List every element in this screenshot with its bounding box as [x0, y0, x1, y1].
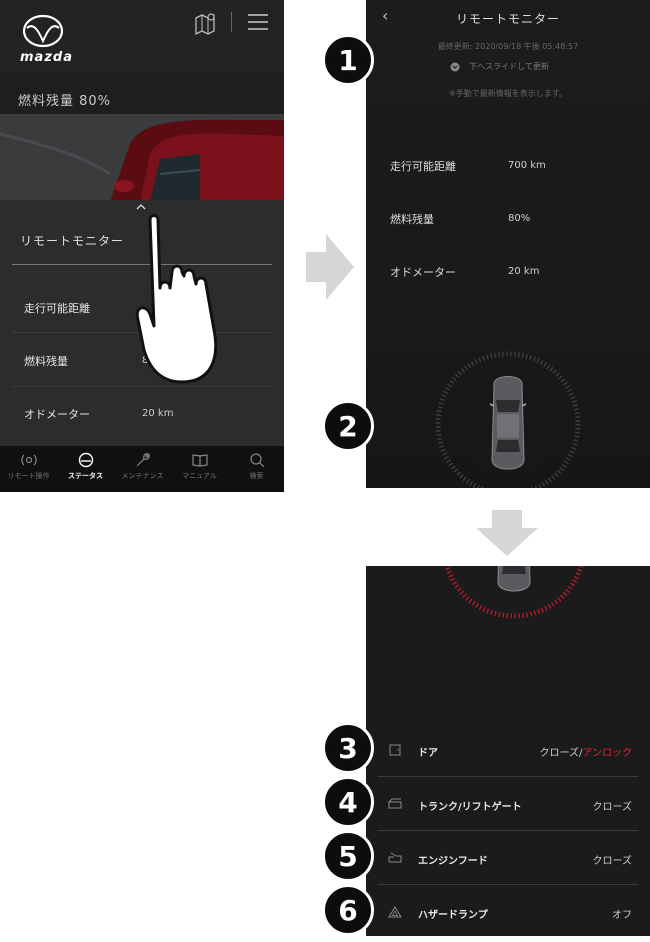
nav-search[interactable]: 検索	[228, 446, 284, 492]
trunk-label: トランク/リフトゲート	[418, 802, 522, 813]
mazda-emblem-icon[interactable]	[22, 14, 64, 48]
range-value: 700 km	[508, 160, 546, 171]
nav-label: ステータス	[68, 472, 103, 480]
step-badge-2: 2	[322, 400, 374, 452]
door-status: クローズ/アンロック	[540, 744, 632, 759]
hazard-status: オフ	[612, 910, 632, 921]
step-badge-3: 3	[322, 722, 374, 774]
odometer-label: オドメーター	[24, 408, 90, 421]
range-label: 走行可能距離	[24, 302, 90, 315]
swipe-hand-icon	[135, 214, 218, 384]
step-badge-4: 4	[322, 776, 374, 828]
car-photo	[0, 114, 284, 202]
panel-title: リモートモニター	[20, 234, 125, 248]
nav-maintenance[interactable]: メンテナンス	[114, 446, 171, 492]
remote-monitor-title: リモートモニター	[455, 12, 560, 26]
arrow-down-icon	[476, 510, 538, 556]
row-divider	[378, 830, 638, 831]
last-update-text: 最終更新: 2020/09/18 午後 05:48:57	[437, 42, 579, 51]
step-badge-6: 6	[322, 884, 374, 936]
odometer-value: 20 km	[142, 408, 174, 419]
slide-hint-text: 下へスライドして更新	[469, 62, 549, 71]
hood-label: エンジンフード	[418, 856, 488, 867]
fuel-level-header: 燃料残量 80%	[18, 94, 112, 109]
remote-icon	[20, 454, 37, 466]
header-divider	[231, 12, 232, 32]
car-top-view-alert	[444, 566, 584, 619]
vehicle-status-list: ドア クローズ/アンロック トランク/リフトゲート クローズ エンジンフード ク…	[366, 566, 650, 936]
hood-status: クローズ	[592, 856, 633, 867]
nav-label: 検索	[249, 472, 264, 480]
nav-label: マニュアル	[182, 472, 217, 480]
car-top-view	[435, 351, 581, 488]
row-divider	[378, 884, 638, 885]
fuel-value: 80%	[508, 213, 531, 224]
step-badge-1: 1	[322, 34, 374, 86]
fuel-label: 燃料残量	[390, 213, 434, 226]
step-badge-5: 5	[322, 830, 374, 882]
hamburger-menu-icon[interactable]	[246, 12, 270, 32]
fuel-label: 燃料残量	[24, 355, 68, 368]
hazard-icon	[388, 906, 402, 918]
nav-label: リモート操作	[7, 472, 50, 480]
remote-monitor-screen: ‹ リモートモニター 最終更新: 2020/09/18 午後 05:48:57 …	[366, 0, 650, 488]
wrench-icon	[136, 453, 150, 467]
odometer-value: 20 km	[508, 266, 540, 277]
trunk-icon	[388, 798, 402, 809]
hazard-label: ハザードランプ	[418, 910, 488, 921]
nav-remote[interactable]: リモート操作	[0, 446, 57, 492]
hood-icon	[388, 852, 402, 863]
row-divider	[12, 386, 272, 387]
map-icon[interactable]	[192, 10, 218, 36]
status-icon	[78, 452, 93, 468]
slide-down-hint: 下へスライドして更新	[450, 56, 549, 75]
down-circle-icon	[450, 62, 460, 71]
range-label: 走行可能距離	[390, 160, 456, 173]
odometer-label: オドメーター	[390, 266, 456, 279]
arrow-right-icon	[306, 234, 354, 300]
door-label: ドア	[418, 748, 438, 759]
door-status-text: クローズ/	[539, 748, 583, 759]
status-screen: mazda 燃料残量 80% リモートモニター 走行可能距離 燃料残量 80% …	[0, 0, 284, 492]
trunk-status: クローズ	[592, 802, 633, 813]
door-icon	[389, 744, 401, 756]
book-icon	[191, 454, 208, 467]
search-icon	[249, 453, 264, 468]
manual-refresh-note: ※手動で最新情報を表示します。	[449, 89, 567, 98]
nav-status[interactable]: ステータス	[57, 446, 114, 492]
row-divider	[378, 776, 638, 777]
nav-label: メンテナンス	[121, 472, 164, 480]
nav-manual[interactable]: マニュアル	[171, 446, 228, 492]
door-unlock-alert: アンロック	[582, 748, 632, 759]
mazda-logo-text: mazda	[20, 50, 73, 65]
